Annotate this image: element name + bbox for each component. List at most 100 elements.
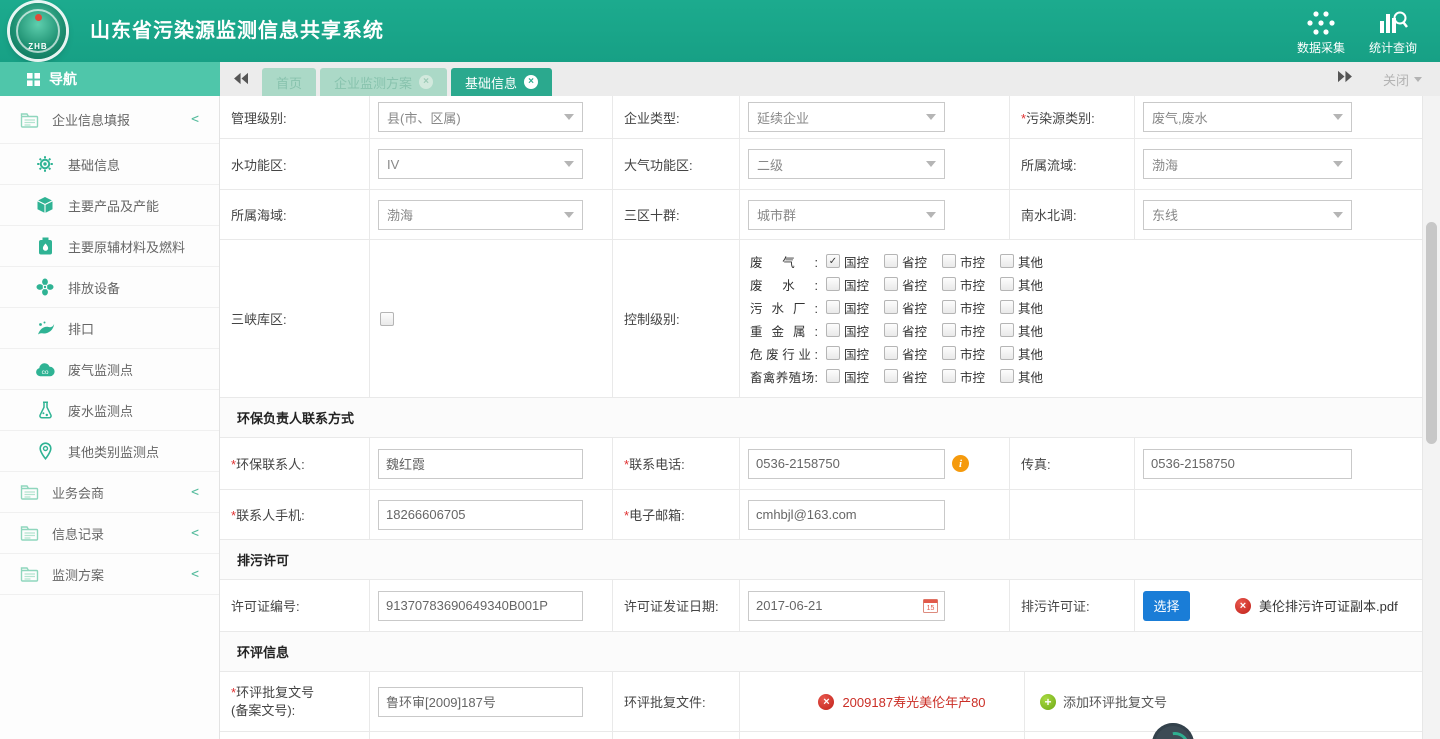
enterprise-type-select[interactable]: 延续企业 xyxy=(748,102,945,132)
collapse-chevron-icon[interactable]: < xyxy=(191,526,199,541)
permit-date-input[interactable] xyxy=(748,591,945,621)
remove-file-icon[interactable]: × xyxy=(1235,598,1251,614)
sidebar-item-other-points[interactable]: 其他类别监测点 xyxy=(0,431,219,472)
checkbox[interactable] xyxy=(826,277,840,291)
clusters-label-cell: 三区十群: xyxy=(613,190,740,239)
tab-home[interactable]: 首页 xyxy=(262,68,316,96)
permit-file-name[interactable]: 美伦排污许可证副本.pdf xyxy=(1259,596,1398,615)
management-level-select[interactable]: 县(市、区属) xyxy=(378,102,583,132)
checkbox[interactable] xyxy=(884,254,898,268)
checkbox[interactable]: ✓ xyxy=(826,254,840,268)
source-type-select[interactable]: 废气,废水 xyxy=(1143,102,1352,132)
data-collection-button[interactable]: 数据采集 xyxy=(1284,9,1358,56)
tab-basic-info[interactable]: 基础信息× xyxy=(451,68,552,96)
water-zone-select[interactable]: IV xyxy=(378,149,583,179)
eia-approval-number-input[interactable] xyxy=(378,687,583,717)
checkbox-label: 其他 xyxy=(1018,252,1043,271)
checkbox[interactable] xyxy=(942,323,956,337)
statistics-query-button[interactable]: 统计查询 xyxy=(1356,9,1430,56)
eia-file-name[interactable]: 2009187寿光美伦年产80 xyxy=(842,692,985,711)
calendar-icon[interactable]: 15 xyxy=(923,598,938,618)
add-icon[interactable]: + xyxy=(1040,694,1056,710)
clusters-select[interactable]: 城市群 xyxy=(748,200,945,230)
folder-icon xyxy=(19,484,39,500)
checkbox[interactable] xyxy=(1000,254,1014,268)
checkbox-group: 其他 xyxy=(1000,321,1058,340)
tab-enterprise-monitor-plan[interactable]: 企业监测方案× xyxy=(320,68,447,96)
phone-label-cell: *联系电话: xyxy=(613,438,740,489)
permit-number-input[interactable] xyxy=(378,591,583,621)
snwt-select[interactable]: 东线 xyxy=(1143,200,1352,230)
folder-icon xyxy=(19,112,39,128)
sidebar-item-enterprise-info-fill[interactable]: 企业信息填报 < xyxy=(0,96,219,144)
sidebar-item-basic-info[interactable]: 基础信息 xyxy=(0,144,219,185)
mobile-input[interactable] xyxy=(378,500,583,530)
vertical-scrollbar[interactable] xyxy=(1422,96,1440,739)
close-icon[interactable]: × xyxy=(419,75,433,89)
checkbox[interactable] xyxy=(1000,300,1014,314)
scroll-tabs-left-icon[interactable] xyxy=(233,72,250,90)
collapse-chevron-icon[interactable]: < xyxy=(191,567,199,582)
checkbox[interactable] xyxy=(884,277,898,291)
checkbox[interactable] xyxy=(826,346,840,360)
sidebar-item-monitor-plans[interactable]: 监测方案< xyxy=(0,554,219,595)
checkbox-group: 其他 xyxy=(1000,298,1058,317)
checkbox[interactable] xyxy=(826,323,840,337)
sidebar-item-main-products[interactable]: 主要产品及产能 xyxy=(0,185,219,226)
basin-select[interactable]: 渤海 xyxy=(1143,149,1352,179)
checkbox[interactable] xyxy=(884,300,898,314)
sidebar-item-label: 企业信息填报 xyxy=(52,110,130,129)
form-row: 水功能区: IV 大气功能区: 二级 所属流域: xyxy=(220,139,1422,190)
fax-input[interactable] xyxy=(1143,449,1352,479)
info-icon[interactable]: i xyxy=(952,455,969,472)
scrollbar-thumb[interactable] xyxy=(1426,222,1437,444)
sidebar-item-emission-equipment[interactable]: 排放设备 xyxy=(0,267,219,308)
select-file-button[interactable]: 选择 xyxy=(1143,591,1190,621)
phone-input[interactable] xyxy=(748,449,945,479)
collapse-chevron-icon[interactable]: < xyxy=(191,485,199,500)
checkbox[interactable] xyxy=(942,277,956,291)
collapse-chevron-icon[interactable]: < xyxy=(191,112,199,127)
sidebar-item-waste-gas-points[interactable]: co废气监测点 xyxy=(0,349,219,390)
control-level-row: 废气:✓国控省控市控其他 xyxy=(750,250,1058,273)
checkbox[interactable] xyxy=(884,323,898,337)
three-gorges-checkbox[interactable] xyxy=(380,312,394,326)
remove-file-icon[interactable]: × xyxy=(818,694,834,710)
sidebar-item-raw-materials-fuel[interactable]: 主要原辅材料及燃料 xyxy=(0,226,219,267)
checkbox[interactable] xyxy=(1000,346,1014,360)
checkbox[interactable] xyxy=(942,300,956,314)
checkbox[interactable] xyxy=(884,346,898,360)
checkbox[interactable] xyxy=(942,369,956,383)
mobile-cell xyxy=(370,490,613,539)
sidebar-item-outlets[interactable]: 排口 xyxy=(0,308,219,349)
checkbox-label: 其他 xyxy=(1018,321,1043,340)
sidebar: 企业信息填报 < 基础信息主要产品及产能主要原辅材料及燃料排放设备排口co废气监测点… xyxy=(0,96,220,739)
checkbox[interactable] xyxy=(942,254,956,268)
pin-icon xyxy=(35,442,55,460)
field-label: 管理级别: xyxy=(220,108,287,127)
checkbox-group: 国控 xyxy=(826,298,884,317)
close-tabs-menu[interactable]: 关闭 xyxy=(1383,70,1422,89)
eia-file-label-cell: 环评批复文件: xyxy=(613,672,740,731)
checkbox[interactable] xyxy=(826,369,840,383)
checkbox-group: 省控 xyxy=(884,298,942,317)
checkbox[interactable] xyxy=(1000,277,1014,291)
checkbox[interactable] xyxy=(1000,369,1014,383)
scroll-tabs-right-icon[interactable] xyxy=(1336,70,1353,88)
sidebar-item-info-records[interactable]: 信息记录< xyxy=(0,513,219,554)
sidebar-item-business-consult[interactable]: 业务会商< xyxy=(0,472,219,513)
add-eia-number-button[interactable]: 添加环评批复文号 xyxy=(1063,692,1167,711)
checkbox[interactable] xyxy=(1000,323,1014,337)
sidebar-item-waste-water-points[interactable]: 废水监测点 xyxy=(0,390,219,431)
control-level-row: 重金属:国控省控市控其他 xyxy=(750,319,1058,342)
air-zone-select[interactable]: 二级 xyxy=(748,149,945,179)
close-icon[interactable]: × xyxy=(524,75,538,89)
permit-no-label-cell: 许可证编号: xyxy=(220,580,370,631)
checkbox[interactable] xyxy=(942,346,956,360)
email-input[interactable] xyxy=(748,500,945,530)
chevron-down-icon xyxy=(564,212,574,218)
contact-name-input[interactable] xyxy=(378,449,583,479)
sea-select[interactable]: 渤海 xyxy=(378,200,583,230)
checkbox[interactable] xyxy=(884,369,898,383)
checkbox[interactable] xyxy=(826,300,840,314)
